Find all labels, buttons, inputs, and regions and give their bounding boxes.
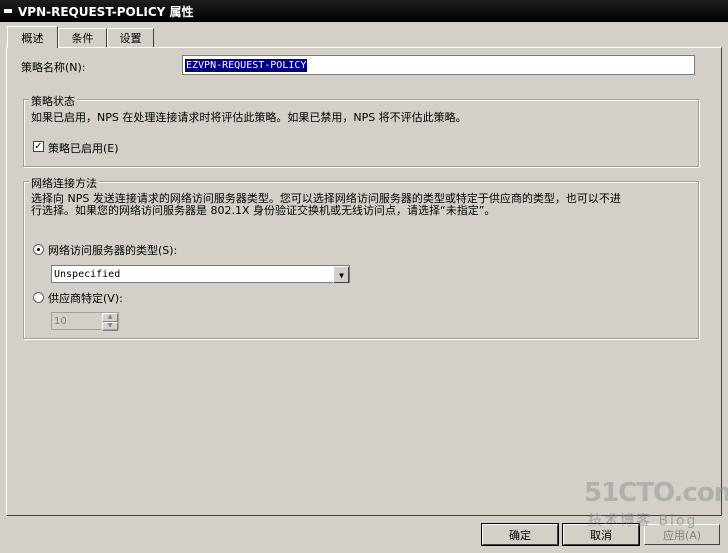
tab-conditions[interactable]: 条件 (58, 28, 107, 47)
ok-button[interactable]: 确定 (482, 524, 558, 545)
tab-overview-label: 概述 (21, 31, 44, 45)
network-connection-description-2: 行选择。如果您的网络访问服务器是 802.1X 身份验证交换机或无线访问点，请选… (31, 204, 496, 217)
policy-state-title: 策略状态 (29, 93, 77, 109)
spinner-buttons[interactable]: ▲ ▼ (102, 313, 118, 331)
tab-conditions-label: 条件 (71, 32, 94, 45)
ok-button-label: 确定 (509, 528, 531, 542)
window-title: VPN-REQUEST-POLICY 属性 (18, 4, 194, 19)
spin-down-icon[interactable]: ▼ (102, 322, 118, 331)
policy-state-description: 如果已启用，NPS 在处理连接请求时将评估此策略。如果已禁用，NPS 将不评估此… (31, 111, 467, 124)
policy-name-label: 策略名称(N): (21, 61, 86, 74)
policy-enabled-checkbox[interactable]: ✓ (33, 141, 44, 152)
server-type-dropdown[interactable]: Unspecified ▼ (51, 265, 350, 283)
vendor-spinner[interactable]: 10 ▲ ▼ (51, 312, 119, 331)
server-type-radio[interactable] (33, 244, 44, 255)
policy-name-input[interactable]: EZVPN-REQUEST-POLICY (182, 55, 695, 75)
policy-enabled-label: 策略已启用(E) (48, 142, 119, 155)
vendor-label: 供应商特定(V): (48, 292, 123, 305)
watermark-subtitle: 技术博客 Blog (588, 513, 698, 529)
policy-name-value: EZVPN-REQUEST-POLICY (185, 58, 308, 72)
vendor-radio[interactable] (33, 292, 44, 303)
window-icon (4, 9, 12, 13)
watermark-logo: 51CTO.com (584, 478, 728, 508)
spin-up-icon[interactable]: ▲ (102, 313, 118, 322)
server-type-label: 网络访问服务器的类型(S): (48, 244, 178, 257)
tab-settings-label: 设置 (119, 32, 142, 45)
title-bar: VPN-REQUEST-POLICY 属性 (0, 0, 728, 22)
server-type-value: Unspecified (54, 268, 121, 280)
vendor-value: 10 (54, 315, 67, 327)
tab-settings[interactable]: 设置 (107, 28, 154, 47)
chevron-down-icon[interactable]: ▼ (333, 266, 349, 283)
tab-overview[interactable]: 概述 (7, 26, 58, 48)
network-connection-title: 网络连接方法 (29, 175, 99, 191)
